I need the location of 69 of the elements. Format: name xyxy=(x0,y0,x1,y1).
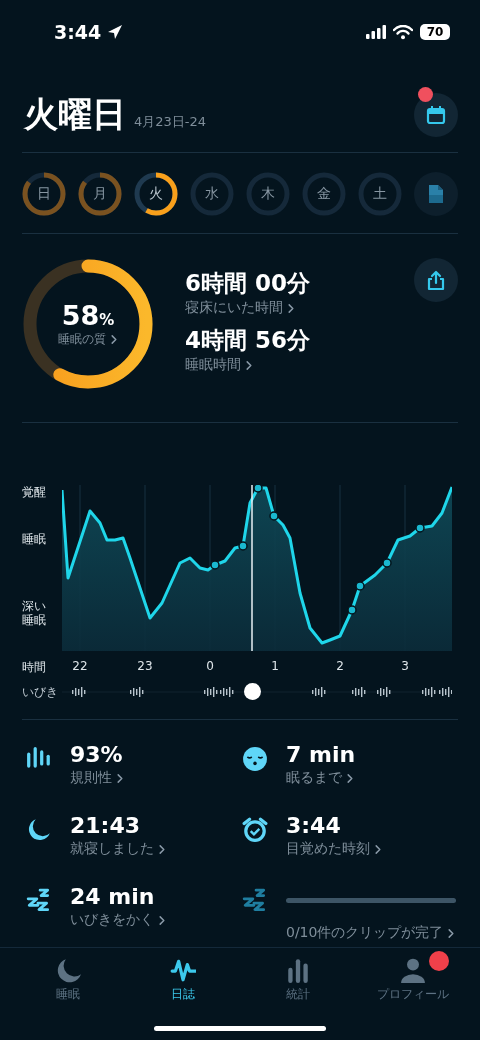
alarm-clock-icon xyxy=(242,817,268,843)
day-ring-button[interactable]: 月 xyxy=(78,172,122,216)
detail-link[interactable]: いびきをかく xyxy=(70,911,166,929)
duration-value: 4時間 56分 xyxy=(185,326,312,355)
scrubber-handle[interactable] xyxy=(243,683,261,700)
location-arrow-icon xyxy=(107,24,124,40)
stage-label: 覚醒 xyxy=(22,485,47,499)
chevron-icon xyxy=(116,772,124,784)
hour-label: 2 xyxy=(336,659,344,673)
detail-link[interactable]: 目覚めた時刻 xyxy=(286,840,382,858)
report-button[interactable] xyxy=(414,172,458,216)
clock-time: 3:44 xyxy=(54,21,102,43)
day-ring-button[interactable]: 木 xyxy=(246,172,290,216)
quality-score: 58% xyxy=(61,300,115,331)
snore-label: いびき xyxy=(22,683,59,701)
zzz-icon xyxy=(26,888,52,914)
document-icon xyxy=(427,184,445,204)
signal-icon xyxy=(366,25,386,39)
day-ring-button[interactable]: 水 xyxy=(190,172,234,216)
day-ring-button[interactable]: 土 xyxy=(358,172,402,216)
detail-link[interactable]: 寝床にいた時間 xyxy=(185,299,295,317)
hour-label: 3 xyxy=(401,659,409,673)
stat-value: 3:44 xyxy=(286,813,342,838)
battery-indicator: 70 xyxy=(420,24,450,40)
chevron-icon xyxy=(346,772,354,784)
moon-icon xyxy=(26,817,52,843)
person-icon xyxy=(399,957,426,983)
calendar-button[interactable] xyxy=(414,93,458,137)
stat-value: 93% xyxy=(70,742,124,767)
detail-link[interactable]: 規則性 xyxy=(70,769,124,787)
hour-label: 22 xyxy=(72,659,88,673)
detail-link[interactable]: 眠るまで xyxy=(286,769,354,787)
zzz-icon xyxy=(242,888,268,914)
calendar-icon xyxy=(426,105,446,125)
duration-value: 6時間 00分 xyxy=(185,269,312,298)
axis-label: 時間 xyxy=(22,658,47,676)
hour-label: 0 xyxy=(206,659,214,673)
chevron-icon xyxy=(287,302,295,314)
detail-link[interactable]: 睡眠時間 xyxy=(185,356,253,374)
hour-label: 23 xyxy=(137,659,153,673)
day-ring-button[interactable]: 日 xyxy=(22,172,66,216)
stage-label: 睡眠 xyxy=(22,532,47,546)
day-ring-button[interactable]: 火 xyxy=(134,172,178,216)
chevron-icon xyxy=(158,843,166,855)
share-icon xyxy=(426,269,446,291)
wifi-icon xyxy=(393,24,413,40)
chevron-icon xyxy=(158,914,166,926)
sleepy-face-icon xyxy=(242,746,268,772)
tab-item[interactable]: プロフィール xyxy=(362,956,463,1003)
date-range: 4月23日-24 xyxy=(134,113,207,131)
stat-value: 7 min xyxy=(286,742,357,767)
day-ring-button[interactable]: 金 xyxy=(302,172,346,216)
chevron-icon xyxy=(447,927,456,939)
chevron-icon xyxy=(110,334,118,345)
day-title: 火曜日 xyxy=(24,93,126,136)
share-button[interactable] xyxy=(414,258,458,302)
chevron-icon xyxy=(374,843,382,855)
wave-icon xyxy=(169,957,196,983)
detail-link[interactable]: 就寝しました xyxy=(70,840,166,858)
hour-label: 1 xyxy=(271,659,279,673)
tab-item[interactable]: 睡眠 xyxy=(17,956,118,1003)
chevron-icon xyxy=(245,359,253,371)
detail-link[interactable]: 睡眠の質 xyxy=(58,331,118,348)
stat-value: 21:43 xyxy=(70,813,142,838)
tab-item[interactable]: 日誌 xyxy=(132,956,233,1003)
tab-item[interactable]: 統計 xyxy=(247,956,348,1003)
stat-value: 24 min xyxy=(70,884,156,909)
stage-label: 深い睡眠 xyxy=(22,599,47,627)
detail-link[interactable]: 0/10件のクリップが完了 xyxy=(286,924,456,942)
